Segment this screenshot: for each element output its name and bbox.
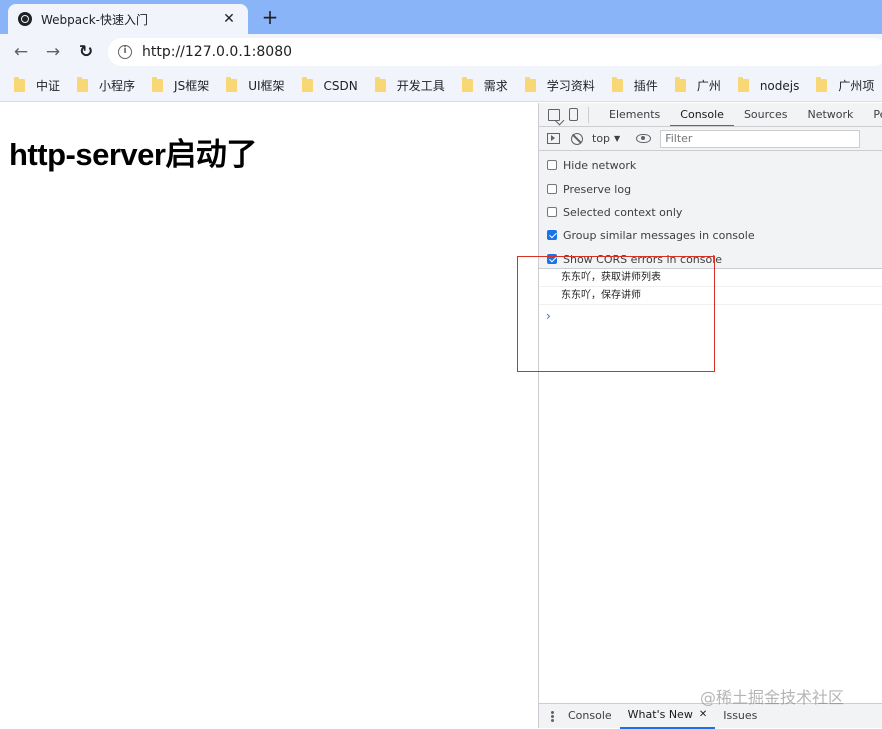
address-bar[interactable]: i http://127.0.0.1:8080 [108, 38, 882, 66]
bookmark-item[interactable]: 开发工具 [374, 77, 445, 94]
tab-title: Webpack-快速入门 [41, 12, 149, 27]
dropdown-arrow-icon: ▼ [614, 134, 621, 143]
back-button[interactable]: ← [9, 40, 33, 64]
setting-checkbox[interactable] [547, 184, 557, 194]
page-content: http-server启动了 [0, 103, 538, 728]
folder-icon [524, 77, 536, 92]
browser-tab[interactable]: Webpack-快速入门 ✕ [8, 4, 248, 34]
devtools-panel: ElementsConsoleSourcesNetworkPerformance… [538, 103, 882, 729]
filter-input[interactable] [660, 129, 861, 148]
devtools-tab-elements[interactable]: Elements [599, 103, 670, 126]
browser-toolbar: ← → ↻ i http://127.0.0.1:8080 [0, 34, 882, 70]
info-icon[interactable]: i [118, 45, 132, 59]
context-value: top [592, 132, 611, 145]
context-selector[interactable]: top ▼ [592, 132, 620, 145]
bookmark-label: nodejs [759, 78, 800, 93]
folder-icon [301, 77, 313, 92]
annotation-highlight-box [517, 256, 715, 372]
setting-row[interactable]: Group similar messages in console [547, 227, 755, 243]
devtools-tabbar: ElementsConsoleSourcesNetworkPerformance [539, 103, 882, 127]
url-text[interactable]: http://127.0.0.1:8080 [142, 44, 292, 60]
folder-icon [77, 77, 89, 92]
setting-label: Group similar messages in console [563, 228, 755, 242]
folder-icon [374, 77, 386, 92]
bookmark-label: 广州 [696, 79, 721, 93]
bookmark-item[interactable]: 需求 [461, 77, 508, 94]
setting-label: Preserve log [563, 182, 632, 196]
new-tab-button[interactable]: + [258, 5, 282, 29]
bookmark-label: 插件 [633, 79, 658, 93]
bookmark-item[interactable]: 学习资料 [524, 77, 595, 94]
page-heading: http-server启动了 [9, 137, 257, 172]
bookmark-label: UI框架 [248, 79, 285, 93]
folder-icon [14, 77, 25, 92]
bookmarks-bar: 中证 小程序 JS框架 UI框架 CSDN 开发工具 需求 学习资料 插件 广州 nodejs 广州项 [0, 70, 882, 102]
bookmark-item[interactable]: 小程序 [77, 77, 135, 94]
bookmark-item[interactable]: CSDN [301, 77, 358, 93]
folder-icon [461, 77, 473, 92]
inspect-element-icon[interactable] [548, 108, 560, 121]
bookmark-item[interactable]: UI框架 [226, 77, 285, 94]
folder-icon [737, 77, 749, 92]
bookmark-label: JS框架 [174, 79, 210, 93]
reload-button[interactable]: ↻ [74, 40, 98, 64]
bookmark-label: 小程序 [99, 79, 136, 93]
bookmark-label: 学习资料 [546, 79, 595, 93]
bookmark-item[interactable]: 插件 [611, 77, 658, 94]
bookmark-label: CSDN [323, 78, 358, 93]
drawer-tab-console[interactable]: Console [560, 704, 620, 729]
forward-button[interactable]: → [41, 40, 65, 64]
bookmark-item[interactable]: nodejs [737, 77, 800, 93]
devtools-tab-console[interactable]: Console [670, 103, 734, 126]
bookmark-label: 需求 [483, 79, 508, 93]
live-expression-eye-icon[interactable] [636, 134, 652, 143]
setting-checkbox[interactable] [547, 230, 557, 240]
clear-console-icon[interactable] [571, 132, 583, 145]
bookmark-item[interactable]: 中证 [14, 77, 60, 94]
drawer-tab-label: What's New [627, 708, 693, 721]
tab-strip: Webpack-快速入门 ✕ + [0, 0, 882, 34]
devtools-tab-sources[interactable]: Sources [734, 103, 798, 126]
bookmark-item[interactable]: JS框架 [152, 77, 209, 94]
devtools-tab-performance[interactable]: Performance [863, 103, 882, 126]
folder-icon [674, 77, 686, 92]
setting-label: Selected context only [563, 205, 683, 219]
folder-icon [152, 77, 164, 92]
divider [588, 106, 589, 123]
setting-row[interactable]: Preserve log [547, 181, 631, 197]
console-sidebar-icon[interactable] [547, 133, 560, 144]
devtools-tab-network[interactable]: Network [797, 103, 863, 126]
setting-row[interactable]: Selected context only [547, 204, 682, 220]
setting-row[interactable]: Hide network [547, 157, 636, 173]
setting-checkbox[interactable] [547, 160, 557, 170]
console-settings: Hide network Preserve log Selected context… [539, 151, 882, 269]
device-toolbar-icon[interactable] [569, 108, 578, 121]
setting-label: Hide network [563, 158, 637, 172]
bookmark-label: 中证 [36, 79, 61, 93]
folder-icon [226, 77, 238, 92]
bookmark-item[interactable]: 广州项 [816, 77, 874, 94]
folder-icon [816, 77, 828, 92]
folder-icon [611, 77, 623, 92]
more-options-icon[interactable] [551, 710, 554, 722]
watermark: @稀土掘金技术社区 [700, 688, 845, 707]
close-tab-icon[interactable]: ✕ [220, 11, 238, 27]
bookmark-label: 开发工具 [396, 79, 445, 93]
setting-checkbox[interactable] [547, 207, 557, 217]
console-filter-bar: top ▼ [539, 127, 882, 151]
bookmark-label: 广州项 [838, 79, 875, 93]
globe-icon [18, 12, 32, 26]
bookmark-item[interactable]: 广州 [674, 77, 721, 94]
